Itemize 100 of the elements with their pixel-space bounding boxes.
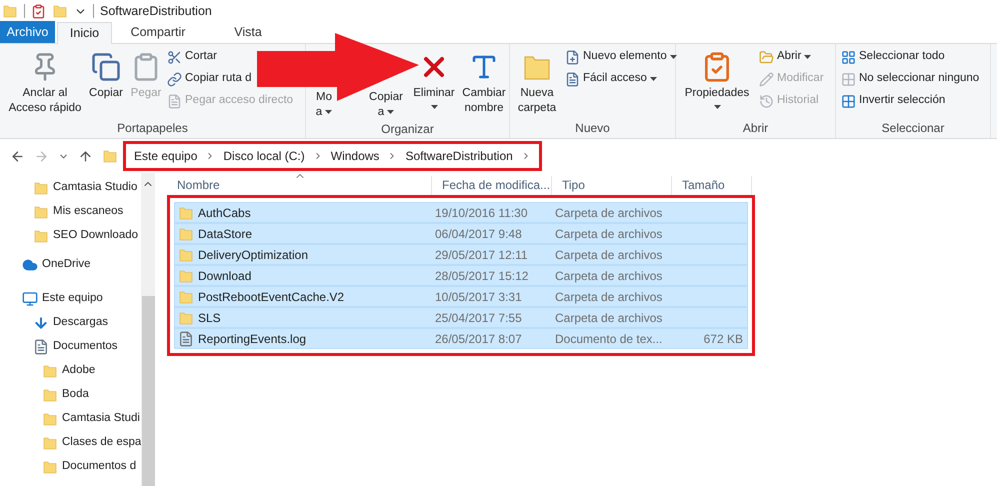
path-icon	[167, 72, 182, 86]
file-name: Download	[198, 268, 252, 284]
sidebar-item[interactable]: Documentos d	[0, 455, 142, 479]
ribbon-menu-item[interactable]: Abrir	[759, 48, 812, 66]
sidebar-item[interactable]: Descargas	[0, 311, 142, 335]
grid-icon	[841, 94, 856, 108]
scrollbar-thumb[interactable]	[142, 296, 155, 486]
back-icon[interactable]	[10, 148, 25, 164]
sidebar-item[interactable]: Boda	[0, 383, 142, 407]
ribbon-menu-item[interactable]: Seleccionar todo	[841, 48, 945, 66]
folder-icon	[102, 148, 118, 164]
folder-icon	[178, 268, 194, 284]
breadcrumb[interactable]: Disco local (C:)	[223, 147, 305, 165]
ribbon-button[interactable]: Copiar	[87, 44, 125, 118]
date-cell-text: 29/05/2017 12:11	[435, 246, 529, 264]
properties-icon[interactable]	[31, 4, 46, 18]
type-cell-text: Documento de tex...	[555, 330, 664, 348]
ribbon-tab[interactable]: Archivo	[0, 21, 55, 43]
shortcut-icon	[167, 94, 182, 108]
group-label: Portapapeles	[116, 120, 189, 137]
date-cell-text: 26/05/2017 8:07	[435, 330, 523, 348]
type-cell-text: Carpeta de archivos	[555, 246, 664, 264]
ribbon-menu-item[interactable]: Copiar ruta d	[167, 70, 252, 88]
folder-icon	[33, 228, 49, 244]
ribbon-button[interactable]: Eliminar	[408, 44, 460, 118]
date-cell-text: 25/04/2017 7:55	[435, 310, 523, 326]
date-cell-text: 28/05/2017 15:12	[435, 268, 530, 284]
type-cell-text: Carpeta de archivos	[555, 268, 664, 284]
type-cell-text: Carpeta de archivos	[555, 310, 664, 326]
column-header[interactable]: Tipo	[552, 176, 672, 195]
ribbon-tab[interactable]: Inicio	[57, 22, 112, 44]
address-bar[interactable]: Este equipo Disco local (C:) Windows SoftwareDistribution	[123, 141, 542, 171]
sidebar-item[interactable]: Documentos	[0, 335, 142, 359]
file-name: DataStore	[198, 226, 252, 242]
folder-icon	[2, 3, 18, 19]
ribbon-button[interactable]: Copiar a	[364, 90, 408, 120]
file-name: DeliveryOptimization	[198, 246, 308, 264]
file-name: PostRebootEventCache.V2	[198, 288, 344, 306]
breadcrumb[interactable]: SoftwareDistribution	[405, 147, 513, 165]
file-row[interactable]: SLS 25/04/2017 7:55 Carpeta de archivos	[174, 307, 748, 328]
computer-icon	[22, 291, 38, 307]
type-cell-text: Carpeta de archivos	[555, 288, 664, 306]
history-icon	[759, 94, 774, 108]
caret-icon	[650, 77, 657, 81]
folder-icon	[33, 180, 49, 196]
folder-icon	[42, 387, 58, 403]
folder-icon	[42, 459, 58, 475]
caret-icon	[325, 110, 332, 114]
ribbon-menu-item[interactable]: No seleccionar ninguno	[841, 70, 980, 88]
date-cell-text: 10/05/2017 3:31	[435, 288, 523, 306]
ribbon-button[interactable]: Cambiar nombre	[460, 44, 508, 118]
column-header[interactable]: Tamaño	[672, 176, 752, 195]
ribbon-button[interactable]: Mo a	[311, 90, 337, 120]
file-row[interactable]: AuthCabs 19/10/2016 11:30 Carpeta de archivos	[174, 202, 748, 223]
grid-icon	[841, 50, 856, 64]
folder-icon	[178, 246, 194, 262]
date-cell-text: 19/10/2016 11:30	[435, 204, 529, 222]
copy-icon	[91, 52, 121, 82]
ribbon-menu-item[interactable]: Fácil acceso	[565, 70, 657, 88]
window-title: SoftwareDistribution	[100, 2, 212, 20]
group-label: Abrir	[742, 120, 770, 137]
new-item-icon	[565, 50, 580, 64]
ribbon-button[interactable]: Propiedades	[681, 44, 753, 118]
scrollbar[interactable]	[141, 173, 155, 486]
up-icon[interactable]	[78, 148, 93, 164]
ribbon-tab[interactable]: Compartir	[114, 21, 202, 43]
file-name: SLS	[198, 310, 221, 326]
date-cell-text: 06/04/2017 9:48	[435, 226, 523, 242]
folder-icon	[759, 50, 774, 64]
caret-icon	[387, 110, 394, 114]
breadcrumb[interactable]: Este equipo	[134, 147, 198, 165]
ribbon-menu-item[interactable]: Cortar	[167, 48, 217, 66]
ribbon-button[interactable]: Anclar al Acceso rápido	[5, 44, 85, 118]
group-label: Seleccionar	[880, 120, 946, 137]
sidebar-item[interactable]: Este equipo	[0, 287, 142, 311]
sidebar-item[interactable]: SEO Downloado	[0, 224, 142, 248]
column-header[interactable]: Nombre	[167, 176, 432, 195]
ribbon-menu-item[interactable]: Invertir selección	[841, 92, 946, 110]
file-row[interactable]: DataStore 06/04/2017 9:48 Carpeta de archivos	[174, 223, 748, 244]
ribbon-menu-item[interactable]: Nuevo elemento	[565, 48, 677, 66]
ribbon-tab[interactable]: Vista	[204, 21, 292, 43]
download-icon	[33, 315, 49, 331]
sidebar-item[interactable]: Camtasia Studio	[0, 176, 142, 200]
file-row[interactable]: PostRebootEventCache.V2 10/05/2017 3:31 Carpeta de archivos	[174, 286, 748, 307]
sidebar-item[interactable]: Adobe	[0, 359, 142, 383]
document-icon	[33, 339, 49, 355]
sidebar-item[interactable]: Camtasia Studi	[0, 407, 142, 431]
type-cell-text: Carpeta de archivos	[555, 204, 664, 222]
file-row[interactable]: DeliveryOptimization 29/05/2017 12:11 Carpeta de archivos	[174, 244, 748, 265]
column-header[interactable]: Fecha de modifica...	[432, 176, 552, 195]
file-row[interactable]: ReportingEvents.log 26/05/2017 8:07 Documento de tex... 672 KB	[174, 328, 748, 349]
sidebar-item[interactable]: Mis escaneos	[0, 200, 142, 224]
folder-icon	[33, 204, 49, 220]
folder-icon	[178, 310, 194, 326]
breadcrumb[interactable]: Windows	[330, 147, 380, 165]
sidebar-item[interactable]: OneDrive	[0, 253, 142, 277]
folder-icon	[42, 411, 58, 427]
file-row[interactable]: Download 28/05/2017 15:12 Carpeta de archivos	[174, 265, 748, 286]
sidebar-item[interactable]: Clases de espa	[0, 431, 142, 455]
ribbon-button[interactable]: Nueva carpeta	[515, 44, 559, 118]
